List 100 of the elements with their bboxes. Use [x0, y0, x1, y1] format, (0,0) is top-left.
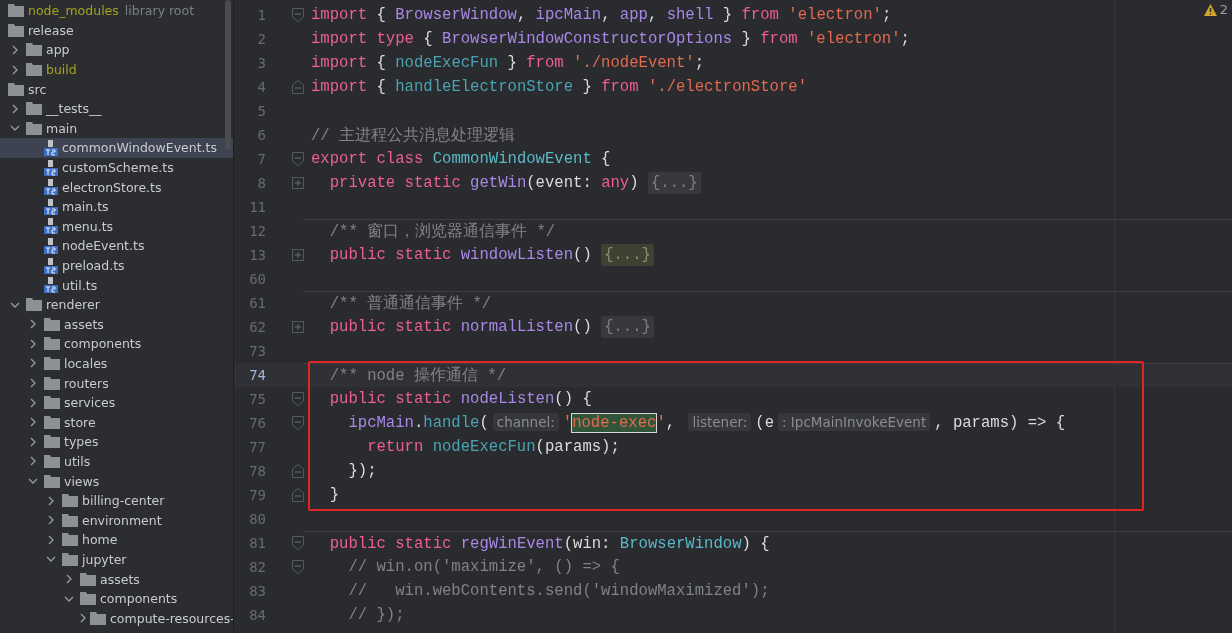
- line-number: 3: [256, 54, 266, 73]
- tree-item[interactable]: electronStore.ts: [0, 177, 233, 197]
- code-line: // 主进程公共消息处理逻辑: [311, 125, 516, 146]
- chevron-right-icon[interactable]: [48, 534, 54, 545]
- tree-item[interactable]: build: [0, 59, 233, 80]
- tree-item[interactable]: components: [0, 334, 233, 354]
- line-number: 5: [256, 102, 266, 121]
- chevron-right-icon[interactable]: [12, 45, 18, 55]
- folder-icon: [62, 494, 78, 508]
- tree-item[interactable]: customScheme.ts: [0, 157, 233, 178]
- tree-item[interactable]: __tests__: [0, 98, 233, 119]
- warning-count: 2: [1219, 2, 1228, 17]
- folder-icon: [62, 513, 78, 527]
- typescript-file-icon: [44, 139, 58, 156]
- tree-item[interactable]: home: [0, 530, 233, 550]
- tree-item[interactable]: components: [0, 588, 233, 609]
- line-number: 60: [248, 270, 266, 289]
- tree-item[interactable]: release: [0, 20, 233, 41]
- chevron-right-icon[interactable]: [30, 338, 36, 349]
- fold-marker-icon[interactable]: [292, 488, 304, 502]
- line-number: 8: [256, 174, 266, 193]
- folder-icon: [62, 552, 78, 566]
- chevron-right-icon[interactable]: [30, 358, 36, 369]
- fold-marker-icon[interactable]: [292, 416, 304, 430]
- inlay-hint[interactable]: channel:: [492, 413, 559, 431]
- tree-item[interactable]: types: [0, 432, 233, 452]
- folder-icon: [44, 415, 60, 429]
- tree-item[interactable]: store: [0, 412, 233, 433]
- line-number: 82: [248, 558, 266, 577]
- chevron-right-icon[interactable]: [30, 456, 36, 467]
- chevron-right-icon[interactable]: [12, 103, 18, 114]
- tree-item[interactable]: util.ts: [0, 275, 233, 295]
- fold-marker-icon[interactable]: [292, 80, 304, 94]
- typescript-file-icon: [44, 179, 58, 196]
- tree-item[interactable]: services: [0, 392, 233, 413]
- chevron-right-icon[interactable]: [30, 397, 36, 408]
- tree-item[interactable]: node_modules library root: [0, 1, 233, 21]
- tree-item[interactable]: environment: [0, 510, 233, 531]
- tree-item[interactable]: app: [0, 40, 233, 60]
- tree-item[interactable]: utils: [0, 451, 233, 472]
- fold-marker-icon[interactable]: [292, 536, 304, 550]
- chevron-down-icon[interactable]: [28, 478, 38, 485]
- tree-item[interactable]: menu.ts: [0, 216, 233, 237]
- tree-item[interactable]: commonWindowEvent.ts: [0, 138, 233, 158]
- tree-item[interactable]: src: [0, 79, 233, 99]
- fold-marker-icon[interactable]: [292, 392, 304, 406]
- scrollbar[interactable]: [225, 0, 231, 150]
- line-number: 81: [248, 534, 266, 553]
- chevron-right-icon[interactable]: [30, 436, 36, 447]
- tree-item[interactable]: main: [0, 118, 233, 139]
- line-number: 2: [256, 30, 266, 49]
- chevron-down-icon[interactable]: [64, 595, 74, 602]
- tree-item-label: environment: [82, 512, 162, 528]
- fold-marker-icon[interactable]: [292, 560, 304, 574]
- chevron-down-icon[interactable]: [46, 556, 56, 563]
- tree-item-label: app: [46, 42, 70, 58]
- line-number: 78: [248, 462, 266, 481]
- tree-item-label: menu.ts: [62, 218, 114, 234]
- tree-item-label: src: [28, 81, 47, 97]
- fold-marker-icon[interactable]: [292, 8, 304, 22]
- chevron-right-icon[interactable]: [12, 64, 18, 75]
- line-number: 62: [248, 318, 266, 337]
- chevron-down-icon[interactable]: [10, 125, 20, 132]
- code-line: }: [328, 486, 340, 504]
- chevron-right-icon[interactable]: [30, 378, 36, 389]
- chevron-right-icon[interactable]: [80, 613, 86, 624]
- line-number: 6: [256, 126, 266, 145]
- tree-item[interactable]: preload.ts: [0, 255, 233, 276]
- chevron-right-icon[interactable]: [66, 574, 72, 584]
- chevron-right-icon[interactable]: [30, 319, 36, 330]
- folder-icon: [8, 82, 24, 96]
- chevron-right-icon[interactable]: [30, 417, 36, 428]
- line-number: 80: [248, 510, 266, 529]
- tree-item[interactable]: billing-center: [0, 490, 233, 511]
- tree-item[interactable]: assets: [0, 314, 233, 335]
- chevron-right-icon[interactable]: [48, 495, 54, 506]
- tree-item[interactable]: jupyter: [0, 549, 233, 570]
- fold-marker-icon[interactable]: [292, 464, 304, 478]
- fold-marker-icon[interactable]: [292, 152, 304, 166]
- tree-item-label: release: [28, 22, 74, 38]
- chevron-right-icon[interactable]: [48, 515, 54, 526]
- code-line: // win.on('maximize', () => {: [347, 558, 620, 576]
- code-line: export class CommonWindowEvent {: [311, 150, 611, 168]
- folder-icon: [44, 337, 60, 351]
- tree-item-label: renderer: [46, 297, 100, 313]
- inlay-hint[interactable]: listener:: [688, 413, 752, 431]
- tree-item[interactable]: locales: [0, 353, 233, 374]
- tree-item[interactable]: views: [0, 471, 233, 491]
- inlay-hint[interactable]: : IpcMainInvokeEvent: [778, 413, 931, 431]
- tree-item[interactable]: nodeEvent.ts: [0, 236, 233, 256]
- typescript-file-icon: [44, 159, 58, 176]
- tree-item[interactable]: renderer: [0, 294, 233, 315]
- tree-item[interactable]: assets: [0, 569, 233, 589]
- typescript-file-icon: [44, 257, 58, 274]
- chevron-down-icon[interactable]: [10, 301, 20, 308]
- tree-item[interactable]: main.ts: [0, 196, 233, 217]
- warning-indicator[interactable]: 2: [1203, 2, 1228, 17]
- code-line: });: [347, 462, 377, 480]
- tree-item-note: library root: [124, 3, 195, 19]
- tree-item[interactable]: routers: [0, 373, 233, 393]
